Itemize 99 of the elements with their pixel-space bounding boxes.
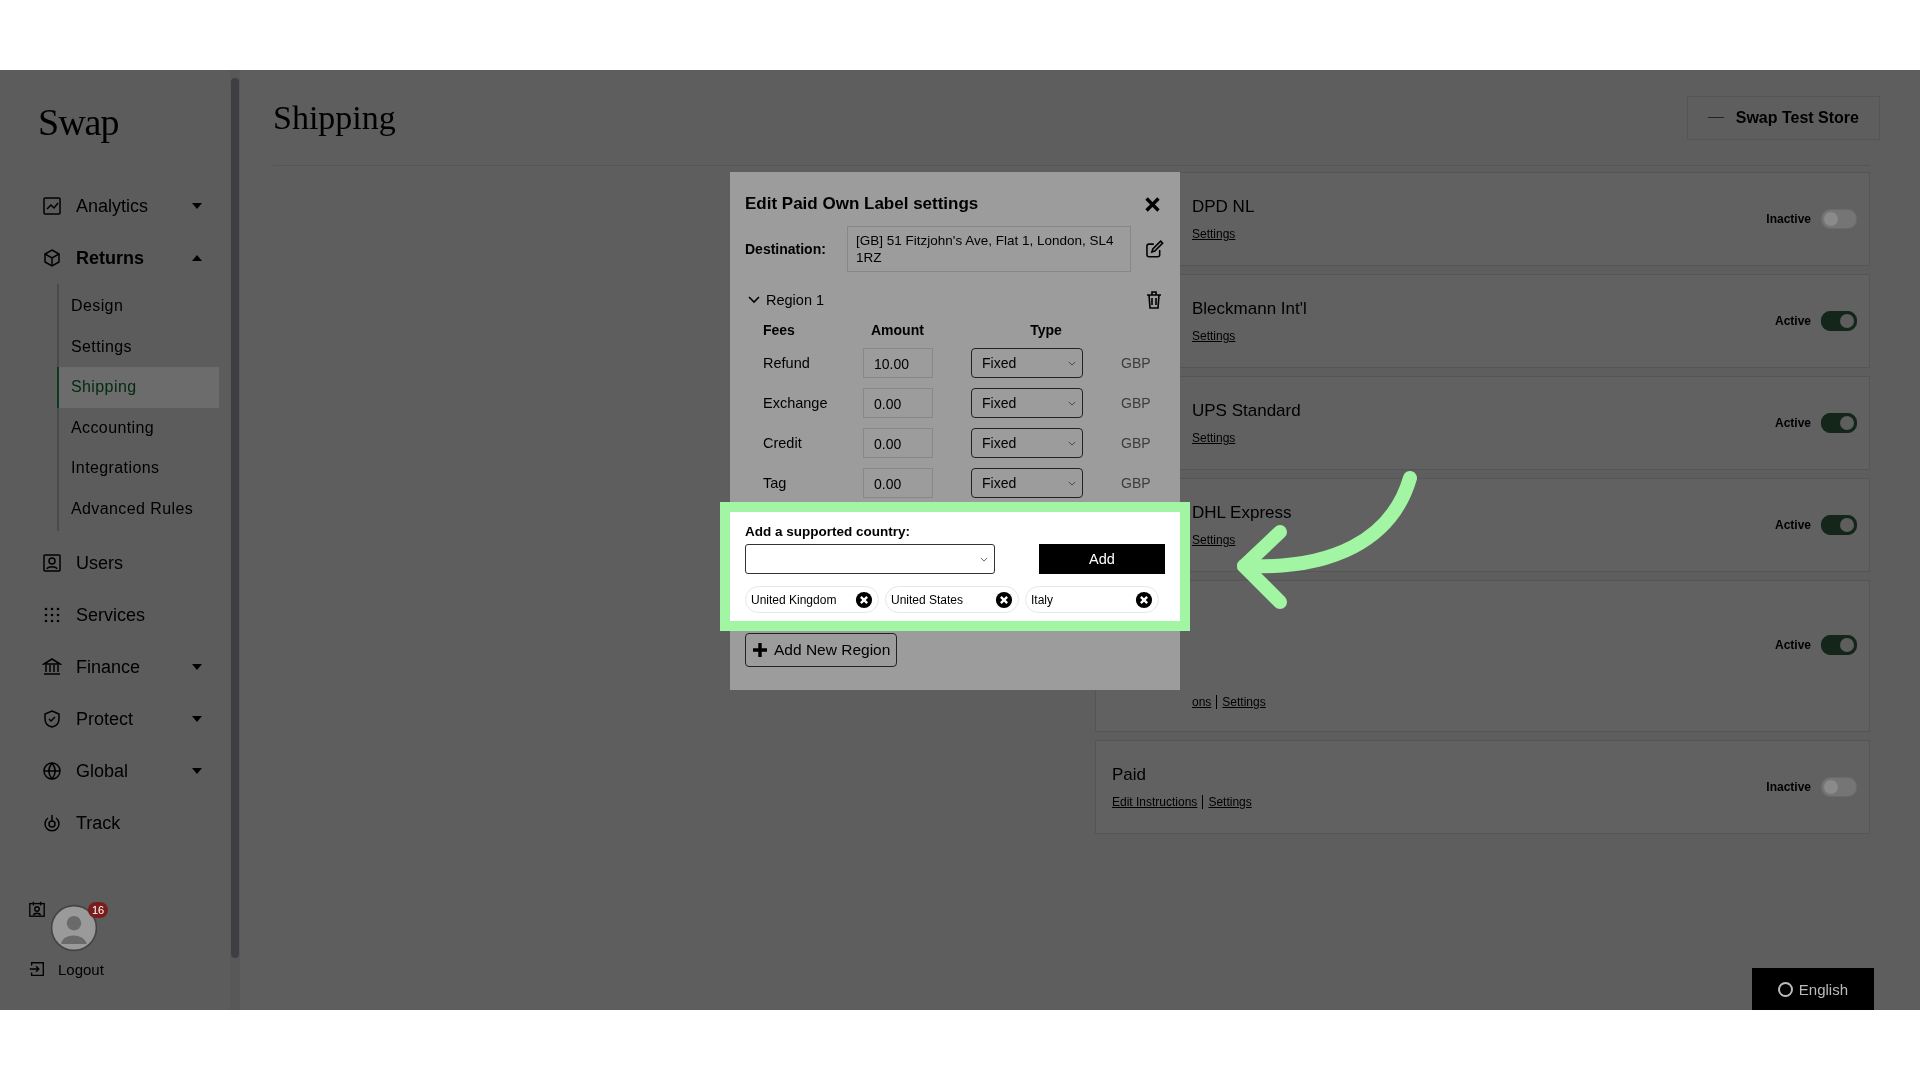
nav-subitem[interactable]: Integrations: [59, 448, 219, 489]
column-header: Amount: [870, 322, 925, 338]
nav-item[interactable]: Users: [0, 537, 230, 589]
nav-subitem[interactable]: Advanced Rules: [59, 488, 219, 529]
plus-icon: [752, 642, 768, 658]
amount-field[interactable]: 0.00: [863, 428, 933, 458]
amount-field[interactable]: 10.00: [863, 348, 933, 378]
country-select[interactable]: [745, 544, 995, 574]
remove-icon[interactable]: [995, 590, 1013, 609]
toggle-switch[interactable]: [1821, 209, 1857, 229]
status-label: Active: [1774, 314, 1811, 328]
edit-icon[interactable]: [1145, 239, 1165, 259]
logout-link[interactable]: Logout: [58, 960, 104, 978]
type-select[interactable]: Fixed: [971, 348, 1083, 378]
nav-item[interactable]: Services: [0, 589, 230, 641]
status-label: Active: [1774, 518, 1811, 532]
type-select[interactable]: Fixed: [971, 468, 1083, 498]
settings-link[interactable]: Settings: [1192, 227, 1236, 241]
status-label: Inactive: [1766, 212, 1811, 226]
scrollbar[interactable]: [231, 78, 239, 958]
close-icon[interactable]: [1144, 195, 1161, 213]
nav-item[interactable]: Track: [0, 797, 230, 849]
language-button[interactable]: English: [1751, 968, 1874, 1010]
box-icon: [42, 248, 62, 268]
region-title[interactable]: Region 1: [766, 292, 825, 308]
amount-field[interactable]: 0.00: [863, 468, 933, 498]
logo: Swap: [38, 100, 120, 144]
calendar-icon[interactable]: [28, 900, 46, 918]
country-name: Italy: [1031, 592, 1053, 607]
shield-icon: [42, 709, 62, 729]
type-select[interactable]: Fixed: [971, 428, 1083, 458]
toggle-switch[interactable]: [1821, 635, 1857, 655]
nav-item[interactable]: Analytics: [0, 180, 230, 232]
add-region-button[interactable]: Add New Region: [745, 633, 898, 667]
chevron-icon: [1068, 480, 1076, 486]
currency-label: GBP: [1121, 475, 1152, 491]
amount-field[interactable]: 0.00: [863, 388, 933, 418]
remove-icon[interactable]: [855, 590, 873, 609]
add-button[interactable]: Add: [1039, 544, 1165, 574]
settings-link[interactable]: Settings: [1192, 533, 1236, 547]
carrier-name: Bleckmann Int'l: [1192, 299, 1308, 319]
bank-icon: [42, 657, 62, 677]
chevron-icon: [1068, 360, 1076, 366]
status-label: Inactive: [1766, 780, 1811, 794]
nav-item[interactable]: Protect: [0, 693, 230, 745]
status-label: Active: [1774, 638, 1811, 652]
currency-label: GBP: [1121, 395, 1152, 411]
column-header: Fees: [763, 322, 796, 338]
store-button[interactable]: Swap Test Store: [1686, 95, 1880, 140]
logout-icon[interactable]: [28, 960, 46, 978]
carrier-name: DPD NL: [1192, 197, 1256, 217]
country-name: United Kingdom: [751, 592, 837, 607]
destination-label: Destination:: [745, 241, 827, 257]
country-name: United States: [891, 592, 964, 607]
nav-subitem[interactable]: Design: [59, 286, 219, 327]
nav-item[interactable]: Finance: [0, 641, 230, 693]
chevron-icon: [1068, 440, 1076, 446]
nav-subitem[interactable]: Shipping: [57, 367, 219, 408]
toggle-switch[interactable]: [1821, 777, 1857, 797]
toggle-switch[interactable]: [1821, 515, 1857, 535]
settings-link[interactable]: Settings: [1216, 695, 1266, 709]
modal-title: Edit Paid Own Label settings: [745, 194, 979, 214]
type-select[interactable]: Fixed: [971, 388, 1083, 418]
trash-icon[interactable]: [1144, 290, 1164, 310]
toggle-switch[interactable]: [1821, 311, 1857, 331]
chart-icon: [42, 196, 62, 216]
target-icon: [42, 813, 62, 833]
destination-field[interactable]: [GB] 51 Fitzjohn's Ave, Flat 1, London, SL4 1RZ: [847, 226, 1132, 272]
notification-badge: 16: [88, 902, 109, 918]
settings-link[interactable]: Settings: [1192, 329, 1236, 343]
carrier-name: DHL Express: [1192, 503, 1293, 523]
currency-label: GBP: [1121, 355, 1152, 371]
fee-name: Exchange: [763, 395, 829, 411]
chevron-icon: [1068, 400, 1076, 406]
nav-subitem[interactable]: Accounting: [59, 407, 219, 448]
chevron-icon: [980, 556, 988, 562]
status-label: Active: [1774, 416, 1811, 430]
chevron-icon[interactable]: [748, 296, 760, 304]
column-header: Type: [1029, 322, 1063, 338]
page-title: Shipping: [273, 98, 396, 137]
carrier-name: UPS Standard: [1192, 401, 1302, 421]
nav-item[interactable]: Global: [0, 745, 230, 797]
globe-icon: [42, 761, 62, 781]
nav-subitem[interactable]: Settings: [59, 326, 219, 367]
fee-name: Tag: [763, 475, 788, 491]
settings-link[interactable]: ons: [1192, 695, 1212, 709]
country-label: Add a supported country:: [745, 524, 910, 539]
settings-link[interactable]: Settings: [1192, 431, 1236, 445]
carrier-name: Paid: [1112, 765, 1148, 785]
grid-icon: [42, 605, 62, 625]
user-icon: [42, 553, 62, 573]
currency-label: GBP: [1121, 435, 1152, 451]
fee-name: Refund: [763, 355, 811, 371]
settings-link[interactable]: Settings: [1202, 795, 1252, 809]
nav-item[interactable]: Returns: [0, 232, 230, 284]
toggle-switch[interactable]: [1821, 413, 1857, 433]
fee-name: Credit: [763, 435, 803, 451]
settings-link[interactable]: Edit Instructions: [1112, 795, 1198, 809]
remove-icon[interactable]: [1135, 590, 1153, 609]
